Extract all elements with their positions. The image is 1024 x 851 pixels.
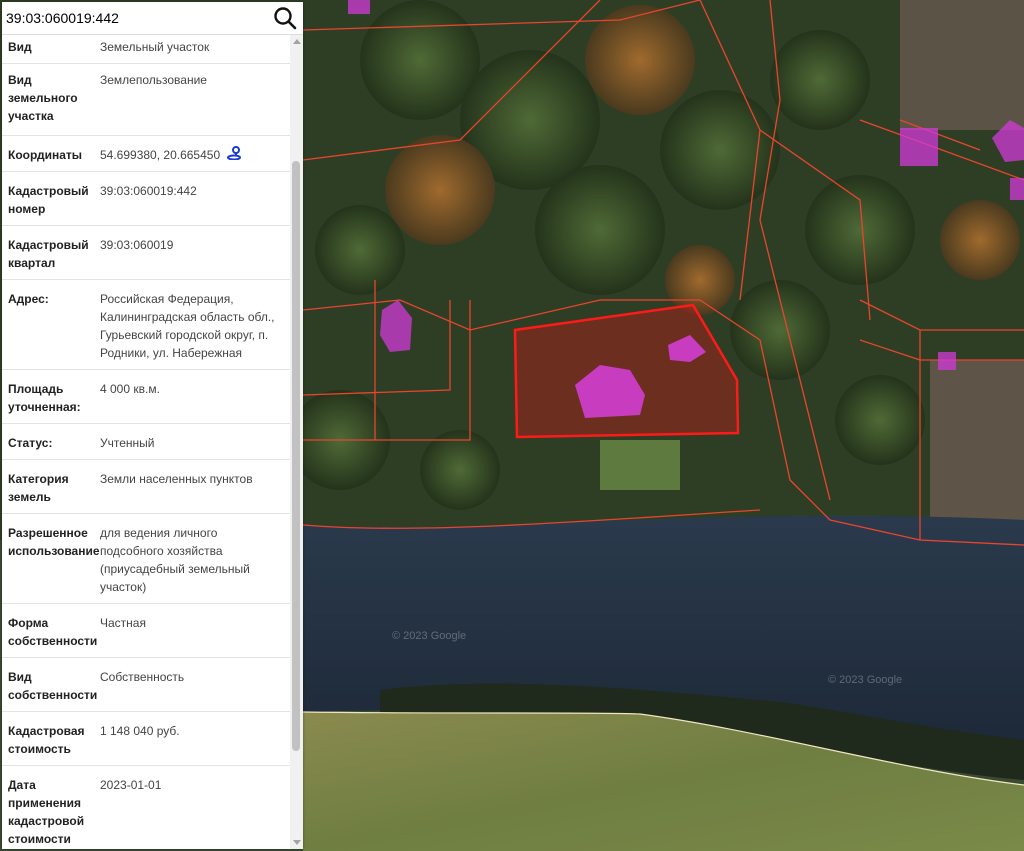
building — [900, 128, 938, 166]
map-pin-icon[interactable] — [226, 146, 242, 165]
row-label: Форма собственности — [8, 616, 98, 648]
info-row-ownership-form: Форма собственности Частная — [2, 604, 290, 658]
garden — [600, 440, 680, 490]
row-label: Адрес: — [8, 292, 49, 306]
info-row-address: Адрес: Российская Федерация, Калининград… — [2, 280, 290, 370]
search-bar — [2, 2, 303, 35]
info-row-cadastral-quarter: Кадастровый квартал 39:03:060019 — [2, 226, 290, 280]
row-label: Площадь уточненная: — [8, 382, 81, 414]
coordinates-value: 54.699380, 20.665450 — [100, 148, 221, 162]
building — [348, 0, 370, 14]
scroll-up-arrow-icon[interactable] — [293, 39, 301, 44]
map-watermark: © 2023 Google — [392, 630, 467, 642]
search-icon[interactable] — [272, 5, 298, 31]
info-row-permitted-use: Разрешенное использование для ведения ли… — [2, 514, 290, 604]
row-value: 54.699380, 20.665450 — [100, 145, 290, 171]
built-area — [900, 0, 1024, 130]
row-label: Вид собственности — [8, 670, 98, 702]
row-value: Землепользование — [100, 73, 207, 87]
info-row-land-type: Вид земельного участка Землепользование — [2, 64, 290, 136]
row-value: Частная — [100, 616, 146, 630]
info-row-status: Статус: Учтенный — [2, 424, 290, 460]
scrollbar-thumb[interactable] — [292, 161, 300, 751]
scroll-down-arrow-icon[interactable] — [293, 840, 301, 845]
row-value: 39:03:060019 — [100, 238, 174, 252]
info-row-cadastral-number: Кадастровый номер 39:03:060019:442 — [2, 172, 290, 226]
row-value: Земли населенных пунктов — [100, 472, 253, 486]
row-value: 39:03:060019:442 — [100, 184, 197, 198]
property-list: Вид Земельный участок Вид земельного уча… — [2, 35, 290, 849]
row-label: Кадастровый квартал — [8, 238, 89, 270]
row-value: 4 000 кв.м. — [100, 382, 160, 396]
row-label: Координаты — [8, 148, 83, 162]
info-row-cadastral-value: Кадастровая стоимость 1 148 040 руб. — [2, 712, 290, 766]
info-row-land-category: Категория земель Земли населенных пункто… — [2, 460, 290, 514]
row-value: Учтенный — [100, 436, 155, 450]
row-value: Земельный участок — [100, 40, 210, 54]
row-value: 1 148 040 руб. — [100, 724, 180, 738]
row-label: Статус: — [8, 436, 53, 450]
row-label: Вид — [8, 40, 32, 54]
row-value: Собственность — [100, 670, 185, 684]
row-value: для ведения личного подсобного хозяйства… — [100, 526, 250, 594]
row-value: 2023-01-01 — [100, 778, 162, 792]
search-input[interactable] — [6, 5, 266, 31]
info-row-type: Вид Земельный участок — [2, 35, 290, 64]
row-label: Кадастровый номер — [8, 184, 89, 216]
info-row-valuation-date: Дата применения кадастровой стоимости 20… — [2, 766, 290, 849]
building — [1010, 178, 1024, 200]
construction-site — [930, 360, 1024, 540]
row-label: Категория земель — [8, 472, 69, 504]
row-label: Дата применения кадастровой стоимости — [8, 778, 85, 846]
building — [938, 352, 956, 370]
row-label: Вид земельного участка — [8, 73, 78, 123]
info-row-coordinates: Координаты 54.699380, 20.665450 — [2, 136, 290, 172]
info-panel: Вид Земельный участок Вид земельного уча… — [2, 2, 303, 849]
row-label: Разрешенное использование — [8, 526, 100, 558]
info-row-area: Площадь уточненная: 4 000 кв.м. — [2, 370, 290, 424]
row-label: Кадастровая стоимость — [8, 724, 85, 756]
info-row-ownership-type: Вид собственности Собственность — [2, 658, 290, 712]
row-value: Российская Федерация, Калининградская об… — [100, 292, 275, 360]
map-watermark: © 2023 Google — [828, 674, 903, 686]
scrollbar[interactable] — [290, 35, 303, 849]
